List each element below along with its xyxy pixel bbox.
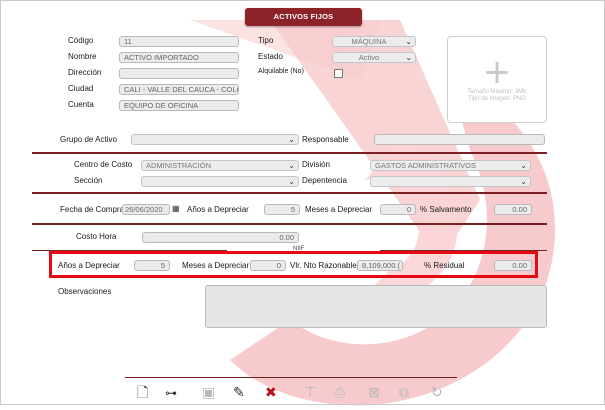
meses-label: Meses a Depreciar <box>305 205 373 214</box>
copy-icon[interactable]: ⧉ <box>399 385 409 401</box>
tipo-label: Tipo <box>258 36 274 45</box>
dependencia-label: Depentencia <box>302 176 347 185</box>
chevron-down-icon: ⌄ <box>288 135 295 144</box>
tipo-select-value: MÁQUINA <box>351 37 387 46</box>
vlr-field[interactable]: 8,109,000.( <box>357 260 403 271</box>
edit-pencil-icon[interactable]: ✎ <box>233 385 245 401</box>
centro-select[interactable]: ADMINISTRACIÓN ⌄ <box>141 160 299 171</box>
delete-x-icon[interactable]: ✖ <box>265 385 277 401</box>
alquilable-checkbox[interactable] <box>334 69 343 78</box>
image-upload-box[interactable]: + Tamaño Máximo: 3Mb Tipo de Imagen: PNG <box>447 36 547 123</box>
direccion-field[interactable] <box>119 68 239 79</box>
chevron-down-icon: ⌄ <box>520 177 527 186</box>
toolbar-divider <box>125 377 457 378</box>
estado-label: Estado <box>258 52 283 61</box>
chevron-down-icon: ⌄ <box>405 37 412 46</box>
nombre-field[interactable]: ACTIVO IMPORTADO <box>119 52 239 63</box>
chevron-down-icon: ⌄ <box>520 161 527 170</box>
add-image-icon: + <box>482 52 512 92</box>
section-divider <box>32 192 547 194</box>
cuenta-field[interactable]: EQUIPO DE OFICINA <box>119 100 239 111</box>
responsable-field[interactable] <box>374 134 545 145</box>
niif-anos-label: Años a Depreciar <box>58 261 120 270</box>
direccion-label: Dirección <box>68 68 102 77</box>
fecha-label: Fecha de Compra <box>60 205 125 214</box>
observaciones-textarea[interactable] <box>205 285 547 328</box>
chevron-down-icon: ⌄ <box>405 53 412 62</box>
section-divider <box>32 223 547 225</box>
print-icon[interactable]: ⎙ <box>334 385 345 401</box>
salvamento-label: % Salvamento <box>420 205 472 214</box>
responsable-label: Responsable <box>302 135 349 144</box>
excel-export-icon[interactable]: ⊠ <box>368 385 380 401</box>
meses-field[interactable]: 0 <box>380 204 416 215</box>
save-icon[interactable]: ▣ <box>202 385 215 401</box>
ciudad-label: Ciudad <box>68 84 94 93</box>
new-document-icon[interactable]: 🗋 <box>137 385 148 401</box>
estado-select-value: Activo <box>358 53 380 62</box>
image-size-caption: Tamaño Máximo: 3Mb <box>467 89 527 95</box>
history-icon[interactable]: ↻ <box>431 385 443 401</box>
cuenta-label: Cuenta <box>68 100 94 109</box>
division-label: División <box>302 160 331 169</box>
residual-field[interactable]: 0.00 <box>494 260 532 271</box>
anos-field[interactable]: 5 <box>264 204 300 215</box>
salvamento-field[interactable]: 0.00 <box>494 204 532 215</box>
image-type-caption: Tipo de Imagen: PNG <box>468 96 526 102</box>
title-button[interactable]: ACTIVOS FIJOS <box>245 8 362 26</box>
niif-anos-field[interactable]: 5 <box>134 260 170 271</box>
section-divider <box>32 152 547 154</box>
dependencia-select[interactable]: ⌄ <box>370 176 531 187</box>
chevron-down-icon: ⌄ <box>288 161 295 170</box>
nombre-label: Nombre <box>68 52 97 61</box>
niif-meses-field[interactable]: 0 <box>250 260 286 271</box>
seccion-select[interactable]: ⌄ <box>141 176 299 187</box>
binoculars-search-icon[interactable]: ⊶ <box>165 385 177 401</box>
observaciones-label: Observaciones <box>58 287 112 296</box>
alquilable-label: Alquilable (No) <box>258 68 304 75</box>
seccion-label: Sección <box>74 176 103 185</box>
grupo-label: Grupo de Activo <box>60 135 117 144</box>
costo-label: Costo Hora <box>76 232 117 241</box>
anos-label: Años a Depreciar <box>187 205 249 214</box>
chevron-down-icon: ⌄ <box>288 177 295 186</box>
residual-label: % Residual <box>424 261 465 270</box>
niif-meses-label: Meses a Depreciar <box>182 261 250 270</box>
division-select-value: GASTOS ADMINISTRATIVOS <box>375 161 476 170</box>
grupo-select[interactable]: ⌄ <box>131 134 299 145</box>
ciudad-field[interactable]: CALI - VALLE DEL CAUCA - COLO <box>119 84 239 95</box>
division-select[interactable]: GASTOS ADMINISTRATIVOS ⌄ <box>370 160 531 171</box>
centro-select-value: ADMINISTRACIÓN <box>146 161 212 170</box>
centro-label: Centro de Costo <box>74 160 133 169</box>
fecha-field[interactable]: 26/06/2020 <box>122 204 170 215</box>
tipo-select[interactable]: MÁQUINA ⌄ <box>332 36 416 47</box>
codigo-label: Código <box>68 36 94 45</box>
costo-field[interactable]: 0.00 <box>142 232 299 243</box>
vlr-label: Vlr. Nto Razonable <box>290 261 357 270</box>
calendar-icon[interactable]: ▦ <box>172 204 180 213</box>
estado-select[interactable]: Activo ⌄ <box>332 52 416 63</box>
codigo-field[interactable]: 11 <box>119 36 239 47</box>
text-icon[interactable]: ⊤ <box>304 385 316 401</box>
